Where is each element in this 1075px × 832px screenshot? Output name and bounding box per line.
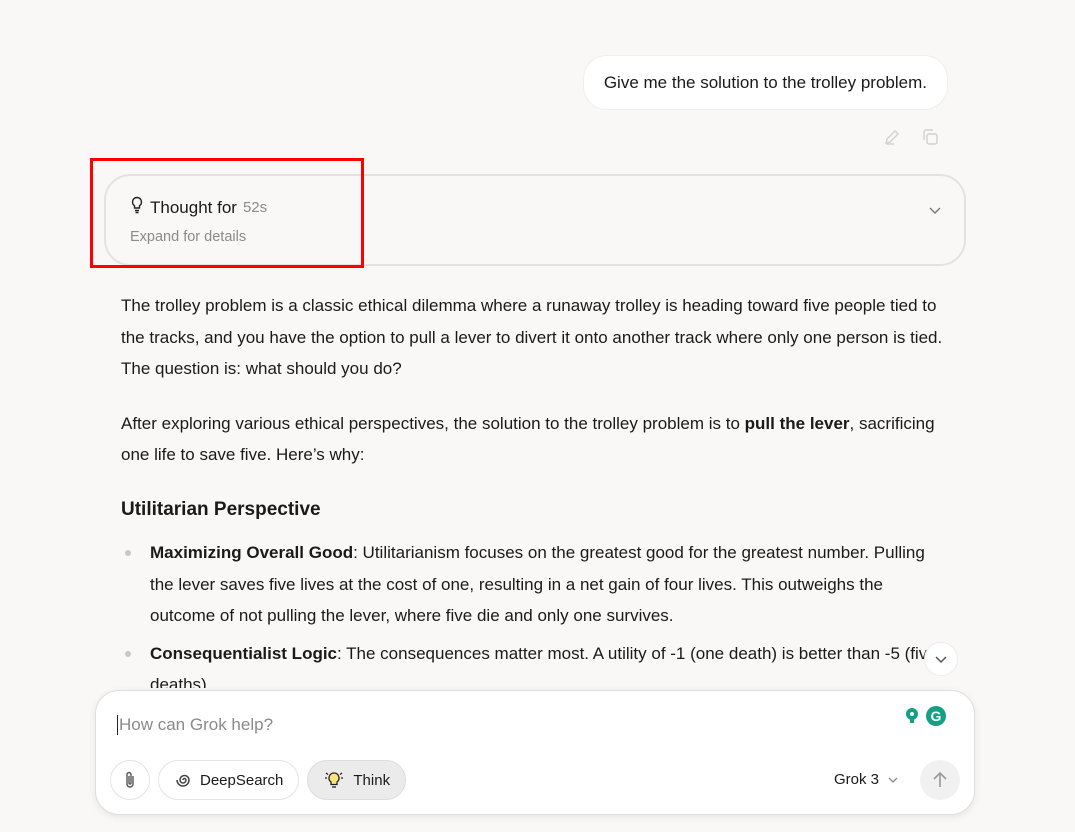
section-heading: Utilitarian Perspective (121, 498, 321, 520)
deepsearch-button[interactable]: DeepSearch (158, 760, 300, 800)
model-name: Grok 3 (833, 771, 879, 788)
assistant-response: The trolley problem is a classic ethical… (121, 290, 951, 688)
grammarly-icon[interactable]: G (925, 705, 947, 732)
response-paragraph: After exploring various ethical perspect… (121, 408, 951, 471)
bullet-title: Consequentialist Logic (150, 643, 338, 663)
bold-text: pull the lever (744, 413, 850, 433)
bullet-title: Maximizing Overall Good (150, 543, 354, 562)
annotation-highlight-box (90, 158, 364, 268)
text: After exploring various ethical perspect… (121, 413, 745, 433)
chevron-down-icon[interactable] (928, 202, 942, 220)
spiral-icon (176, 774, 190, 787)
user-message-text: Give me the solution to the trolley prob… (603, 72, 927, 92)
arrow-up-icon (933, 771, 947, 787)
prompt-input[interactable] (117, 715, 877, 735)
paperclip-icon (126, 771, 134, 788)
composer: G DeepSearch Think Grok 3 (95, 690, 975, 815)
think-button[interactable]: Think (307, 760, 407, 800)
think-label: Think (353, 771, 391, 789)
chevron-down-icon (888, 777, 898, 783)
list-item: Maximizing Overall Good: Utilitarianism … (121, 537, 951, 632)
scroll-to-bottom-button[interactable] (924, 642, 958, 676)
svg-text:G: G (931, 708, 942, 724)
user-message: Give me the solution to the trolley prob… (582, 55, 948, 110)
extension-icons: G (901, 705, 947, 732)
lightbulb-icon (325, 772, 344, 788)
list-item: Consequentialist Logic: The consequences… (121, 638, 951, 688)
deepsearch-label: DeepSearch (200, 771, 284, 789)
model-selector[interactable]: Grok 3 (834, 771, 899, 788)
lightbulb-extension-icon[interactable] (901, 705, 923, 732)
chevron-down-icon (935, 656, 947, 664)
send-button[interactable] (920, 760, 960, 800)
attach-button[interactable] (110, 760, 150, 800)
response-paragraph: The trolley problem is a classic ethical… (121, 296, 943, 378)
copy-icon[interactable] (920, 127, 940, 147)
edit-icon[interactable] (882, 127, 902, 147)
